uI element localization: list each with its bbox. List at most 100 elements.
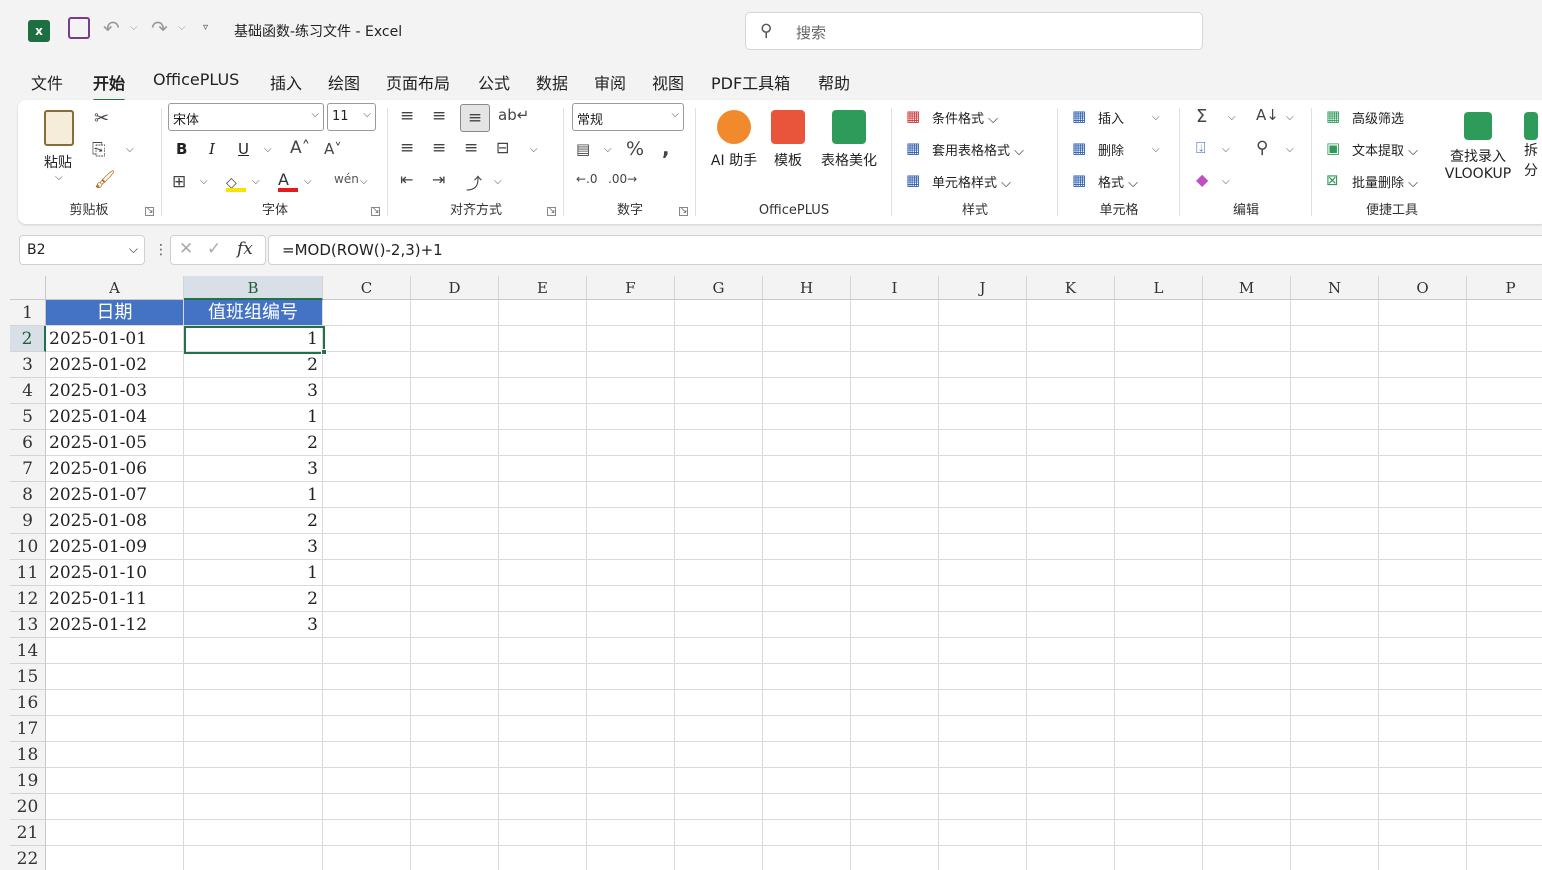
align-right-icon[interactable]: ≡ [464, 138, 478, 158]
date-cell[interactable]: 2025-01-03 [49, 378, 179, 404]
row-header-9[interactable]: 9 [10, 508, 46, 534]
row-header-10[interactable]: 10 [10, 534, 46, 560]
column-header-e[interactable]: E [499, 276, 587, 300]
row-header-1[interactable]: 1 [10, 300, 46, 326]
header-cell[interactable]: 值班组编号 [184, 300, 322, 325]
row-header-2[interactable]: 2 [10, 326, 46, 352]
enter-icon[interactable]: ✓ [207, 239, 221, 259]
wrap-text-icon[interactable]: ab↵ [498, 106, 529, 124]
cut-icon[interactable]: ✂ [94, 108, 109, 129]
font-name-dropdown[interactable]: 宋体 ⌵ [168, 103, 324, 131]
tab-file[interactable]: 文件 [31, 70, 63, 94]
align-top-icon[interactable]: ≡ [400, 106, 414, 126]
cancel-icon[interactable]: ✕ [179, 239, 193, 259]
date-cell[interactable]: 2025-01-05 [49, 430, 179, 456]
paste-icon[interactable] [44, 110, 74, 146]
row-header-22[interactable]: 22 [10, 846, 46, 870]
split-table-button[interactable]: 拆分 [1524, 112, 1542, 180]
sort-filter-icon[interactable]: A↓ [1256, 106, 1279, 124]
decrease-decimal-icon[interactable]: .00→ [608, 172, 637, 186]
column-header-l[interactable]: L [1115, 276, 1203, 300]
batch-delete-button[interactable]: 批量删除 ⌵ [1352, 172, 1418, 191]
ai-assistant-button[interactable]: AI 助手 [706, 110, 762, 170]
row-header-20[interactable]: 20 [10, 794, 46, 820]
date-cell[interactable]: 2025-01-07 [49, 482, 179, 508]
formula-input[interactable]: =MOD(ROW()-2,3)+1 [268, 235, 1542, 265]
column-header-b[interactable]: B [184, 276, 323, 300]
delete-cells-button[interactable]: 删除 [1098, 140, 1124, 159]
orientation-icon[interactable]: ⤴ [466, 170, 482, 194]
italic-button[interactable]: I [209, 140, 215, 158]
align-center-icon[interactable]: ≡ [432, 138, 446, 158]
format-cells-button[interactable]: 格式 ⌵ [1098, 172, 1138, 191]
conditional-format-button[interactable]: 条件格式 ⌵ [932, 108, 998, 127]
autosum-dropdown-icon[interactable]: ⌵ [1228, 112, 1236, 123]
number-format-dropdown[interactable]: 常规 ⌵ [572, 103, 684, 131]
column-header-g[interactable]: G [675, 276, 763, 300]
redo-dropdown-icon[interactable]: ⌵ [178, 22, 186, 33]
tab-draw[interactable]: 绘图 [328, 70, 360, 94]
column-header-d[interactable]: D [411, 276, 499, 300]
date-cell[interactable]: 2025-01-11 [49, 586, 179, 612]
accounting-format-icon[interactable]: ▤ [576, 140, 590, 158]
row-header-7[interactable]: 7 [10, 456, 46, 482]
copy-icon[interactable]: ⎘ [92, 140, 106, 160]
tab-insert[interactable]: 插入 [270, 70, 302, 94]
font-color-icon[interactable]: A [278, 170, 298, 192]
find-icon[interactable]: ⚲ [1256, 138, 1268, 158]
row-header-4[interactable]: 4 [10, 378, 46, 404]
row-header-3[interactable]: 3 [10, 352, 46, 378]
row-header-15[interactable]: 15 [10, 664, 46, 690]
copy-dropdown-icon[interactable]: ⌵ [126, 144, 134, 155]
underline-button[interactable]: U [238, 140, 249, 158]
column-header-j[interactable]: J [939, 276, 1027, 300]
column-header-o[interactable]: O [1379, 276, 1467, 300]
column-header-p[interactable]: P [1467, 276, 1542, 300]
text-extract-button[interactable]: 文本提取 ⌵ [1352, 140, 1418, 159]
group-number-cell[interactable]: 2 [187, 430, 318, 456]
align-middle-icon[interactable]: ≡ [432, 106, 446, 126]
row-header-14[interactable]: 14 [10, 638, 46, 664]
table-format-button[interactable]: 套用表格格式 ⌵ [932, 140, 1024, 159]
merge-dropdown-icon[interactable]: ⌵ [530, 144, 538, 155]
increase-decimal-icon[interactable]: ←.0 [576, 172, 598, 186]
select-all-corner[interactable] [10, 276, 46, 300]
fill-dropdown-icon[interactable]: ⌵ [1222, 144, 1230, 155]
more-options-icon[interactable]: ⋮ [154, 242, 168, 258]
customize-toolbar-icon[interactable]: ▿ [203, 22, 208, 33]
group-number-cell[interactable]: 3 [187, 456, 318, 482]
comma-style-icon[interactable]: , [662, 136, 670, 160]
tab-pdf-tools[interactable]: PDF工具箱 [711, 70, 790, 94]
paste-dropdown-icon[interactable]: ⌵ [55, 172, 63, 183]
increase-font-icon[interactable]: A˄ [290, 138, 310, 158]
underline-dropdown-icon[interactable]: ⌵ [264, 144, 272, 155]
group-number-cell[interactable]: 3 [187, 534, 318, 560]
row-header-21[interactable]: 21 [10, 820, 46, 846]
row-header-6[interactable]: 6 [10, 430, 46, 456]
clear-dropdown-icon[interactable]: ⌵ [1222, 176, 1230, 187]
tab-officeplus[interactable]: OfficePLUS [153, 70, 239, 89]
row-header-11[interactable]: 11 [10, 560, 46, 586]
save-icon[interactable] [68, 17, 90, 39]
column-header-n[interactable]: N [1291, 276, 1379, 300]
align-left-icon[interactable]: ≡ [400, 138, 414, 158]
alignment-launcher-icon[interactable]: ↘ [547, 207, 556, 216]
date-cell[interactable]: 2025-01-04 [49, 404, 179, 430]
row-header-12[interactable]: 12 [10, 586, 46, 612]
borders-dropdown-icon[interactable]: ⌵ [200, 176, 208, 187]
group-number-cell[interactable]: 2 [187, 352, 318, 378]
insert-dropdown-icon[interactable]: ⌵ [1152, 112, 1160, 123]
row-header-19[interactable]: 19 [10, 768, 46, 794]
decrease-indent-icon[interactable]: ⇤ [400, 170, 413, 189]
increase-indent-icon[interactable]: ⇥ [432, 170, 445, 189]
tab-home[interactable]: 开始 [93, 70, 126, 102]
beautify-table-button[interactable]: 表格美化 [816, 110, 882, 170]
column-header-c[interactable]: C [323, 276, 411, 300]
column-header-m[interactable]: M [1203, 276, 1291, 300]
font-color-dropdown-icon[interactable]: ⌵ [304, 176, 312, 187]
row-header-17[interactable]: 17 [10, 716, 46, 742]
insert-cells-button[interactable]: 插入 [1098, 108, 1124, 127]
paste-label[interactable]: 粘贴 [44, 152, 72, 172]
advanced-filter-button[interactable]: 高级筛选 [1352, 108, 1404, 127]
date-cell[interactable]: 2025-01-08 [49, 508, 179, 534]
